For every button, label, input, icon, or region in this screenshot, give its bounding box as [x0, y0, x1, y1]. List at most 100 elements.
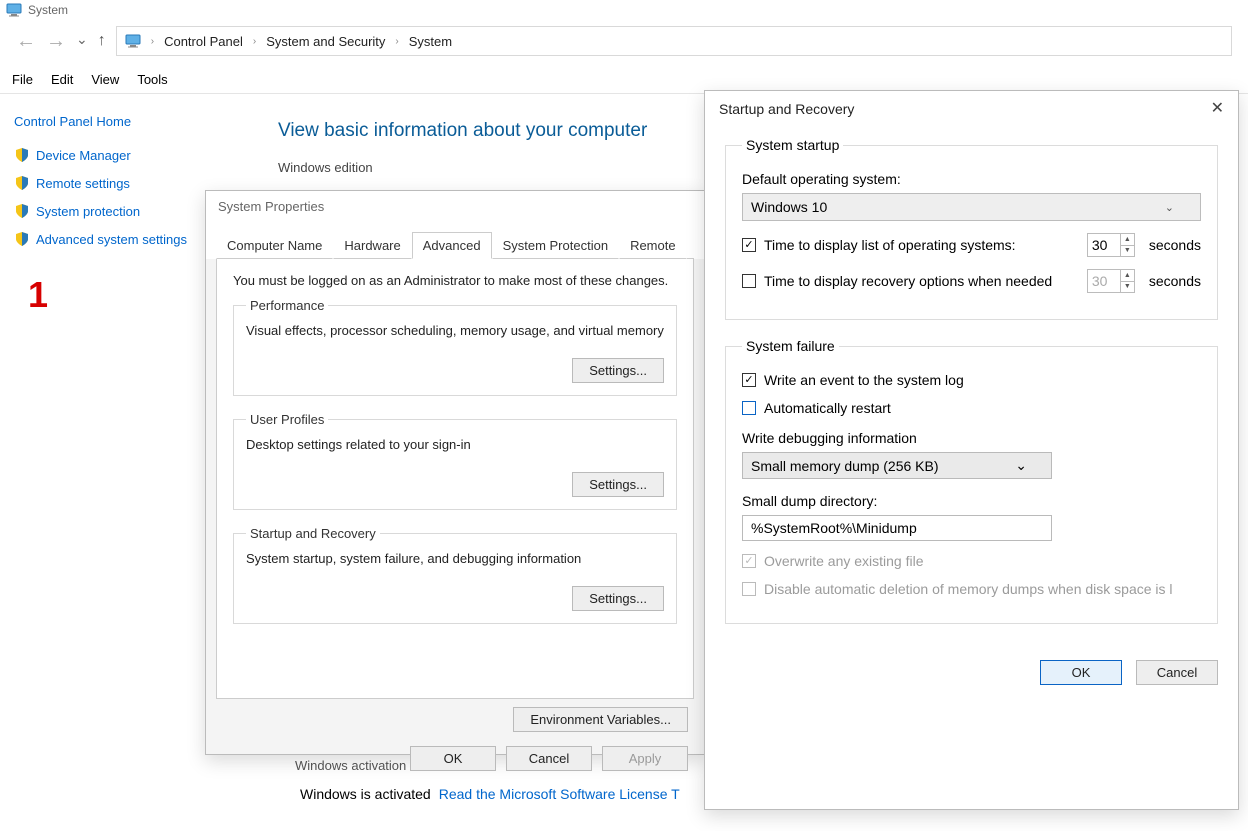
group-desc: Visual effects, processor scheduling, me…	[246, 323, 664, 338]
time-rec-value[interactable]	[1088, 270, 1120, 292]
crumb-control-panel[interactable]: Control Panel	[164, 34, 243, 49]
time-recovery-checkbox[interactable]	[742, 274, 756, 288]
startup-recovery-dialog: Startup and Recovery ✕ System startup De…	[704, 90, 1239, 810]
crumb-system-security[interactable]: System and Security	[266, 34, 385, 49]
shield-icon	[14, 175, 30, 191]
close-icon[interactable]: ✕	[1211, 101, 1224, 117]
chevron-right-icon: ›	[151, 36, 154, 47]
ok-button[interactable]: OK	[1040, 660, 1122, 685]
monitor-icon	[125, 33, 141, 49]
tab-remote[interactable]: Remote	[619, 232, 687, 259]
tab-hardware[interactable]: Hardware	[333, 232, 411, 259]
dump-type-select[interactable]: Small memory dump (256 KB) ⌄	[742, 452, 1052, 479]
menu-edit[interactable]: Edit	[51, 72, 73, 87]
shield-icon	[14, 231, 30, 247]
dialog-footer: OK Cancel	[705, 656, 1238, 697]
nav-toolbar: ← → ⌄ ↑ › Control Panel › System and Sec…	[0, 20, 1248, 66]
shield-icon	[14, 147, 30, 163]
group-legend: System failure	[742, 338, 839, 354]
chevron-down-icon: ⌄	[1015, 457, 1027, 474]
up-button[interactable]: ↑	[98, 33, 106, 49]
apply-button[interactable]: Apply	[602, 746, 688, 771]
group-performance: Performance Visual effects, processor sc…	[233, 298, 677, 396]
chevron-down-icon: ⌄	[1165, 201, 1174, 214]
group-system-failure: System failure ✓ Write an event to the s…	[725, 338, 1218, 624]
disable-deletion-checkbox	[742, 582, 756, 596]
activation-row: Windows is activated Read the Microsoft …	[300, 786, 680, 802]
recent-dropdown[interactable]: ⌄	[76, 32, 88, 46]
crumb-system[interactable]: System	[409, 34, 452, 49]
group-legend: User Profiles	[246, 412, 328, 427]
back-button[interactable]: ←	[16, 31, 36, 51]
user-profiles-settings-button[interactable]: Settings...	[572, 472, 664, 497]
tab-system-protection[interactable]: System Protection	[492, 232, 620, 259]
tab-advanced[interactable]: Advanced	[412, 232, 492, 259]
link-label: Advanced system settings	[36, 232, 187, 247]
write-debug-label: Write debugging information	[742, 430, 1201, 446]
dialog-title-row: Startup and Recovery ✕	[705, 91, 1238, 127]
startup-recovery-settings-button[interactable]: Settings...	[572, 586, 664, 611]
link-label: System protection	[36, 204, 140, 219]
dialog-tabs: Computer Name Hardware Advanced System P…	[206, 222, 704, 259]
menu-tools[interactable]: Tools	[137, 72, 167, 87]
shield-icon	[14, 203, 30, 219]
breadcrumb-box[interactable]: › Control Panel › System and Security › …	[116, 26, 1232, 56]
dialog-title: Startup and Recovery	[719, 101, 854, 117]
control-panel-home-link[interactable]: Control Panel Home	[14, 114, 226, 129]
cancel-button[interactable]: Cancel	[506, 746, 592, 771]
admin-note: You must be logged on as an Administrato…	[233, 273, 677, 288]
default-os-select[interactable]: Windows 10 ⌄	[742, 193, 1201, 221]
group-desc: System startup, system failure, and debu…	[246, 551, 664, 566]
ok-button[interactable]: OK	[410, 746, 496, 771]
tab-computer-name[interactable]: Computer Name	[216, 232, 333, 259]
chevron-right-icon: ›	[395, 36, 398, 47]
cancel-button[interactable]: Cancel	[1136, 660, 1218, 685]
auto-restart-checkbox[interactable]	[742, 401, 756, 415]
group-user-profiles: User Profiles Desktop settings related t…	[233, 412, 677, 510]
time-rec-spinner[interactable]: ▲▼	[1087, 269, 1135, 293]
time-os-checkbox[interactable]: ✓	[742, 238, 756, 252]
performance-settings-button[interactable]: Settings...	[572, 358, 664, 383]
overwrite-row: ✓ Overwrite any existing file	[742, 553, 1201, 569]
link-label: Device Manager	[36, 148, 131, 163]
activation-status: Windows is activated	[300, 786, 431, 802]
spinner-down-icon[interactable]: ▼	[1121, 282, 1134, 293]
forward-button[interactable]: →	[46, 31, 66, 51]
chevron-right-icon: ›	[253, 36, 256, 47]
group-desc: Desktop settings related to your sign-in	[246, 437, 664, 452]
link-system-protection[interactable]: System protection	[14, 203, 226, 219]
group-legend: Startup and Recovery	[246, 526, 380, 541]
system-properties-dialog: System Properties Computer Name Hardware…	[205, 190, 705, 755]
spinner-up-icon[interactable]: ▲	[1121, 234, 1134, 246]
link-device-manager[interactable]: Device Manager	[14, 147, 226, 163]
menu-file[interactable]: File	[12, 72, 33, 87]
spinner-up-icon[interactable]: ▲	[1121, 270, 1134, 282]
write-event-checkbox[interactable]: ✓	[742, 373, 756, 387]
window-title: System	[28, 3, 68, 17]
window-titlebar: System	[0, 0, 1248, 20]
monitor-icon	[6, 2, 22, 18]
group-legend: Performance	[246, 298, 328, 313]
link-remote-settings[interactable]: Remote settings	[14, 175, 226, 191]
group-legend: System startup	[742, 137, 843, 153]
time-rec-label: Time to display recovery options when ne…	[764, 273, 1079, 289]
group-system-startup: System startup Default operating system:…	[725, 137, 1218, 320]
default-os-label: Default operating system:	[742, 171, 1201, 187]
time-os-unit: seconds	[1149, 237, 1201, 253]
link-label: Remote settings	[36, 176, 130, 191]
dump-dir-input[interactable]	[742, 515, 1052, 541]
time-os-label: Time to display list of operating system…	[764, 237, 1079, 253]
time-rec-row: Time to display recovery options when ne…	[742, 269, 1201, 293]
menu-view[interactable]: View	[91, 72, 119, 87]
write-event-label: Write an event to the system log	[764, 372, 964, 388]
time-os-spinner[interactable]: ▲▼	[1087, 233, 1135, 257]
time-os-row: ✓ Time to display list of operating syst…	[742, 233, 1201, 257]
license-terms-link[interactable]: Read the Microsoft Software License T	[439, 786, 680, 802]
environment-variables-button[interactable]: Environment Variables...	[513, 707, 688, 732]
spinner-down-icon[interactable]: ▼	[1121, 246, 1134, 257]
time-os-value[interactable]	[1088, 234, 1120, 256]
select-value: Small memory dump (256 KB)	[751, 458, 939, 474]
select-value: Windows 10	[751, 199, 827, 215]
link-advanced-system-settings[interactable]: Advanced system settings	[14, 231, 226, 247]
overwrite-label: Overwrite any existing file	[764, 553, 924, 569]
